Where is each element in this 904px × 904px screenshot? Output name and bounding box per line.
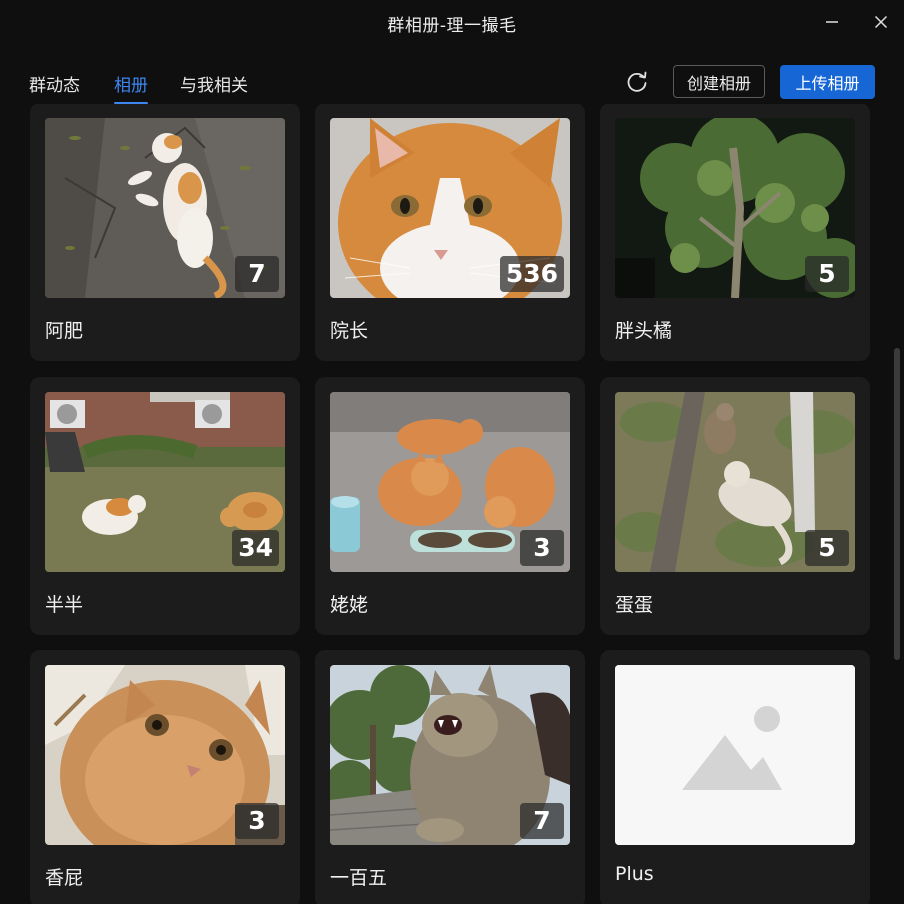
minimize-button[interactable]: [814, 8, 850, 36]
album-name: Plus: [615, 863, 654, 885]
album-card[interactable]: 3 姥姥: [315, 377, 585, 635]
tab-label: 相册: [114, 76, 148, 96]
album-name: 香屁: [45, 867, 84, 889]
album-card[interactable]: 3 香屁: [30, 650, 300, 904]
album-name: 一百五: [330, 867, 388, 889]
album-card[interactable]: 7 一百五: [315, 650, 585, 904]
tab-albums[interactable]: 相册: [114, 71, 148, 104]
album-thumbnail: 7: [45, 118, 285, 298]
album-name: 胖头橘: [615, 320, 673, 342]
album-name: 院长: [330, 320, 369, 342]
album-thumbnail: 3: [45, 665, 285, 845]
album-thumbnail: 536: [330, 118, 570, 298]
album-window: 群相册-理一撮毛 群动态 相册 与我相关 创建相册 上传相册 7 阿肥 536 …: [0, 0, 904, 904]
photo-count-badge: 7: [235, 256, 279, 292]
album-thumbnail: [615, 665, 855, 845]
album-name: 半半: [45, 594, 84, 616]
album-card[interactable]: 536 院长: [315, 104, 585, 361]
album-thumbnail: 34: [45, 392, 285, 572]
album-thumbnail: 7: [330, 665, 570, 845]
minimize-icon: [826, 21, 838, 23]
close-button[interactable]: [863, 8, 899, 36]
upload-album-button[interactable]: 上传相册: [780, 65, 875, 99]
tab-label: 群动态: [29, 76, 80, 96]
album-thumbnail: 3: [330, 392, 570, 572]
album-card[interactable]: 5 蛋蛋: [600, 377, 870, 635]
tab-label: 与我相关: [180, 76, 248, 96]
album-card[interactable]: 7 阿肥: [30, 104, 300, 361]
photo-count-badge: 5: [805, 530, 849, 566]
placeholder-image-icon: [615, 665, 855, 845]
album-card[interactable]: 5 胖头橘: [600, 104, 870, 361]
album-name: 蛋蛋: [615, 594, 654, 616]
photo-count-badge: 34: [232, 530, 279, 566]
photo-count-badge: 7: [520, 803, 564, 839]
photo-count-badge: 3: [235, 803, 279, 839]
refresh-button[interactable]: [623, 68, 651, 96]
album-thumbnail: 5: [615, 118, 855, 298]
refresh-icon: [627, 71, 647, 92]
scrollbar-thumb[interactable]: [894, 348, 900, 660]
close-icon: [874, 15, 888, 29]
photo-count-badge: 536: [499, 256, 564, 292]
tab-related-to-me[interactable]: 与我相关: [180, 71, 248, 104]
tab-group-feed[interactable]: 群动态: [29, 71, 80, 104]
album-name: 姥姥: [330, 594, 369, 616]
window-title: 群相册-理一撮毛: [387, 16, 517, 36]
photo-count-badge: 3: [520, 530, 564, 566]
create-album-button[interactable]: 创建相册: [673, 65, 765, 98]
title-bar: 群相册-理一撮毛: [0, 0, 904, 44]
nav-bar: 群动态 相册 与我相关 创建相册 上传相册: [0, 60, 904, 104]
album-name: 阿肥: [45, 320, 84, 342]
photo-count-badge: 5: [805, 256, 849, 292]
album-grid: 7 阿肥 536 院长 5 胖头橘 34 半半 3 姥姥 5 蛋蛋 3 香屁 7…: [0, 104, 890, 904]
album-thumbnail: 5: [615, 392, 855, 572]
album-card[interactable]: 34 半半: [30, 377, 300, 635]
album-card[interactable]: Plus: [600, 650, 870, 904]
